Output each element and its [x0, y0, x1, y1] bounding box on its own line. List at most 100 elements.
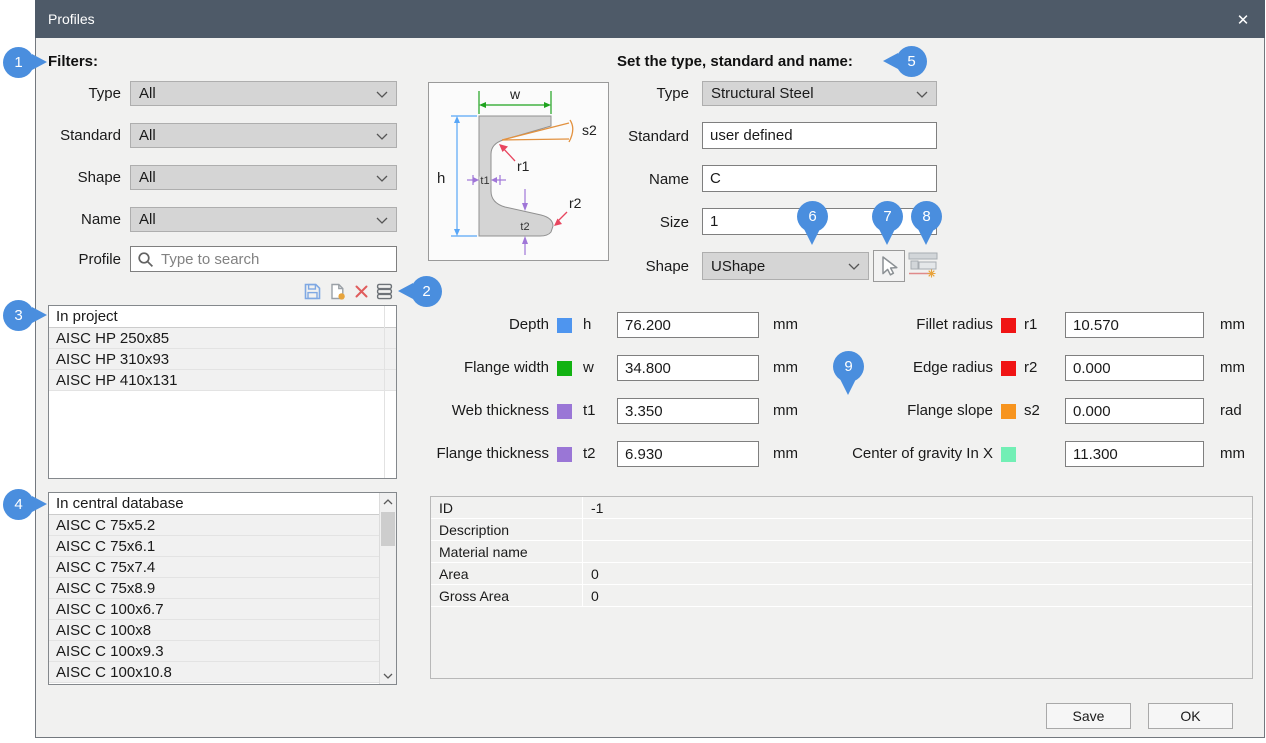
save-profile-button[interactable] — [302, 282, 322, 302]
chevron-down-icon — [383, 673, 393, 679]
standard-input[interactable] — [702, 122, 937, 149]
filter-type-dropdown[interactable]: All — [130, 81, 397, 106]
callout-5: 5 — [896, 46, 927, 77]
callout-3: 3 — [3, 300, 34, 331]
table-row[interactable]: Gross Area 0 — [431, 585, 1252, 607]
title-bar[interactable]: Profiles — [35, 0, 1265, 38]
list-item[interactable]: AISC C 75x5.2 — [49, 515, 379, 536]
param-label: Flange slope — [780, 402, 993, 419]
shape-value: UShape — [711, 258, 765, 275]
svg-text:t1: t1 — [480, 175, 489, 187]
scroll-up-button[interactable] — [380, 493, 396, 510]
table-row[interactable]: Material name — [431, 541, 1252, 563]
delete-x-icon — [352, 282, 371, 301]
in-project-list: In project AISC HP 250x85 AISC HP 310x93… — [48, 305, 397, 479]
param-label: Flange thickness — [380, 445, 549, 462]
color-swatch — [557, 447, 572, 462]
profile-search-label: Profile — [28, 251, 121, 268]
svg-text:r1: r1 — [517, 158, 530, 174]
table-row-value — [583, 541, 1252, 562]
size-label: Size — [539, 214, 689, 231]
param-unit: mm — [1220, 359, 1245, 376]
scroll-down-button[interactable] — [380, 667, 396, 684]
list-item[interactable]: AISC C 100x6.7 — [49, 599, 379, 620]
color-swatch — [1001, 318, 1016, 333]
callout-1-tail — [32, 54, 47, 70]
callout-8: 8 — [911, 201, 942, 232]
filter-shape-dropdown[interactable]: All — [130, 165, 397, 190]
param-label: Center of gravity In X — [780, 445, 993, 462]
shape-drawing-icon — [908, 252, 938, 280]
shape-drawing-button[interactable] — [908, 252, 938, 280]
profile-search-input[interactable] — [130, 246, 397, 272]
param-label: Web thickness — [380, 402, 549, 419]
table-row-value: 0 — [583, 585, 1252, 606]
flange-slope-input[interactable] — [1065, 398, 1204, 424]
param-symbol: r1 — [1024, 316, 1037, 333]
list-item[interactable]: AISC C 75x8.9 — [49, 578, 379, 599]
color-swatch — [557, 404, 572, 419]
list-item[interactable]: AISC HP 250x85 — [49, 328, 396, 349]
type-section-heading: Set the type, standard and name: — [617, 53, 853, 70]
svg-text:w: w — [509, 86, 521, 102]
in-central-database-list: In central database AISC C 75x5.2 AISC C… — [48, 492, 397, 685]
table-row-value: -1 — [583, 497, 1252, 518]
name-label: Name — [539, 171, 689, 188]
list-item[interactable]: AISC C 75x6.1 — [49, 536, 379, 557]
list-item[interactable]: AISC HP 410x131 — [49, 370, 396, 391]
table-row[interactable]: Area 0 — [431, 563, 1252, 585]
list-item[interactable]: AISC C 100x8 — [49, 620, 379, 641]
pick-shape-button[interactable] — [873, 250, 905, 282]
edge-radius-input[interactable] — [1065, 355, 1204, 381]
filter-standard-dropdown[interactable]: All — [130, 123, 397, 148]
type-dropdown[interactable]: Structural Steel — [702, 81, 937, 106]
shape-dropdown[interactable]: UShape — [702, 252, 869, 280]
callout-4: 4 — [3, 489, 34, 520]
scrollbar-thumb[interactable] — [381, 512, 395, 546]
list-item[interactable]: AISC C 100x10.8 — [49, 662, 379, 683]
callout-4-tail — [32, 496, 47, 512]
in-project-header: In project — [49, 306, 396, 328]
param-label: Flange width — [380, 359, 549, 376]
web-thickness-input[interactable] — [617, 398, 759, 424]
table-row[interactable]: ID -1 — [431, 497, 1252, 519]
param-label: Fillet radius — [780, 316, 993, 333]
ok-button[interactable]: OK — [1148, 703, 1233, 729]
filter-standard-value: All — [139, 127, 156, 144]
delete-profile-button[interactable] — [351, 282, 371, 302]
close-icon[interactable]: ✕ — [1230, 8, 1256, 32]
param-symbol: r2 — [1024, 359, 1037, 376]
filter-shape-value: All — [139, 169, 156, 186]
filters-heading: Filters: — [48, 53, 98, 70]
color-swatch — [1001, 404, 1016, 419]
filter-name-dropdown[interactable]: All — [130, 207, 397, 232]
list-item[interactable]: AISC HP 310x93 — [49, 349, 396, 370]
profile-details-table: ID -1 Description Material name Area 0 G… — [430, 496, 1253, 679]
table-row[interactable]: Description — [431, 519, 1252, 541]
param-unit: mm — [1220, 316, 1245, 333]
chevron-down-icon — [376, 133, 388, 140]
save-button[interactable]: Save — [1046, 703, 1131, 729]
vertical-scrollbar[interactable] — [379, 493, 396, 684]
param-unit: rad — [1220, 402, 1242, 419]
database-button[interactable] — [374, 282, 394, 302]
database-icon — [375, 282, 394, 301]
color-swatch — [557, 361, 572, 376]
cursor-arrow-icon — [878, 255, 900, 277]
flange-width-input[interactable] — [617, 355, 759, 381]
filter-type-label: Type — [28, 85, 121, 102]
list-item[interactable]: AISC C 100x9.3 — [49, 641, 379, 662]
center-of-gravity-x-input[interactable] — [1065, 441, 1204, 467]
param-symbol: t2 — [583, 445, 596, 462]
list-item[interactable]: AISC C 75x7.4 — [49, 557, 379, 578]
callout-7: 7 — [872, 201, 903, 232]
flange-thickness-input[interactable] — [617, 441, 759, 467]
fillet-radius-input[interactable] — [1065, 312, 1204, 338]
new-profile-button[interactable] — [327, 282, 347, 302]
depth-input[interactable] — [617, 312, 759, 338]
name-input[interactable] — [702, 165, 937, 192]
color-swatch — [1001, 361, 1016, 376]
param-symbol: h — [583, 316, 591, 333]
central-db-header: In central database — [49, 493, 379, 515]
param-label: Edge radius — [780, 359, 993, 376]
